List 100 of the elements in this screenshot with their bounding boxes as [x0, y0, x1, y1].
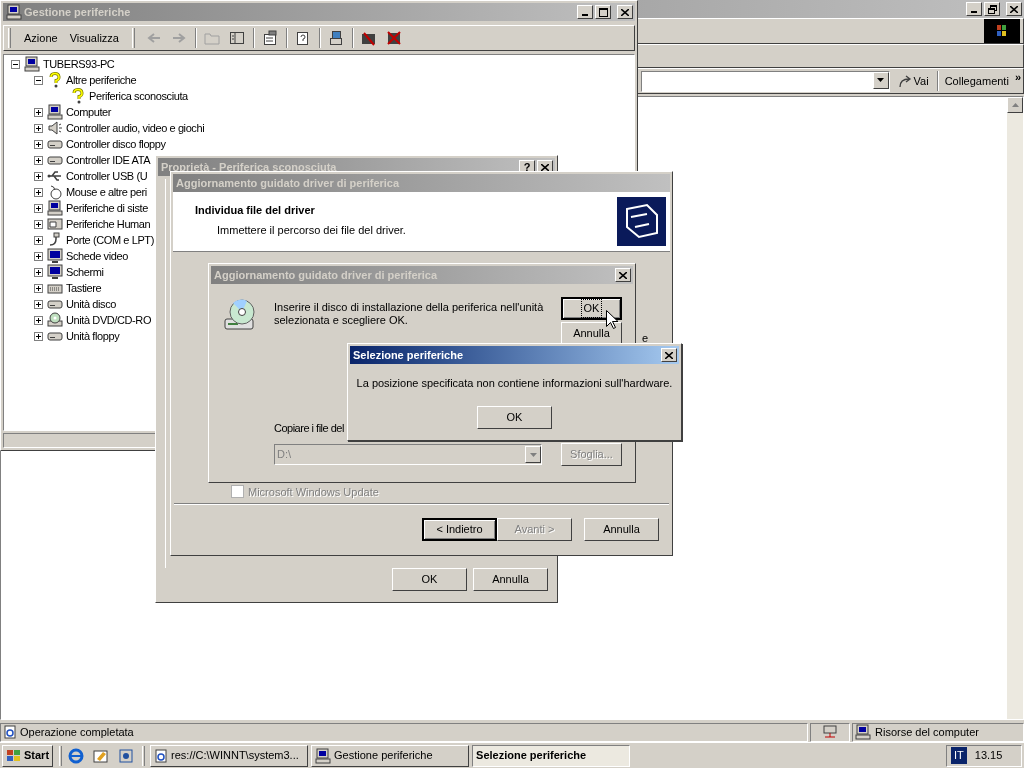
close-icon [619, 271, 627, 279]
close-button[interactable] [615, 268, 631, 282]
ok-button[interactable]: OK [392, 568, 467, 591]
menu-item[interactable]: Azione [19, 29, 63, 47]
alert-message: La posizione specificata non contiene informazioni sull'hardware. [355, 376, 674, 391]
expand-icon[interactable] [33, 315, 43, 325]
hidden-text-fragment: e [641, 331, 648, 346]
window-title: Aggiornamento guidato driver di periferica [176, 175, 401, 191]
expand-icon[interactable] [33, 219, 43, 229]
tree-item[interactable]: Periferiche Human [64, 215, 151, 233]
tree-item[interactable]: Altre periferiche [64, 71, 137, 89]
copy-label: Copiare i file del [274, 420, 344, 436]
folder-icon [204, 30, 221, 46]
tree-item[interactable]: Mouse e altre peri [64, 183, 147, 201]
computer-icon [6, 4, 22, 20]
collapse-icon[interactable] [10, 59, 20, 69]
windows-logo-icon [984, 19, 1020, 43]
expand-icon[interactable] [33, 139, 43, 149]
back-button[interactable]: < Indietro [422, 518, 497, 541]
cd-drive-icon [46, 312, 63, 328]
expand-icon[interactable] [33, 331, 43, 341]
taskbar-button[interactable]: Gestione periferiche [311, 744, 470, 767]
ok-button[interactable]: OK [561, 297, 622, 320]
close-icon [665, 351, 673, 359]
restore-icon [987, 4, 997, 14]
expand-icon[interactable] [33, 171, 43, 181]
start-button[interactable]: Start [2, 744, 54, 767]
message-text: Inserire il disco di installazione della periferica nell'unità selezionata e scegliere OK. [274, 300, 544, 328]
wizard-subheading: Immettere il percorso dei file del driver. [216, 222, 407, 238]
wizard-heading: Individua file del driver [195, 203, 316, 218]
computer-icon [46, 104, 63, 120]
expand-icon[interactable] [33, 299, 43, 309]
taskbar-button[interactable]: Selezione periferiche [472, 744, 631, 767]
maximize-icon [598, 7, 608, 17]
close-icon [1010, 5, 1018, 13]
cd-drive-icon [223, 298, 257, 332]
expand-icon[interactable] [33, 203, 43, 213]
computer-icon [23, 56, 40, 72]
computer-icon [315, 747, 332, 764]
expand-icon[interactable] [33, 283, 43, 293]
scroll-up-icon [1011, 103, 1019, 107]
tree-item[interactable]: TUBERS93-PC [41, 55, 115, 73]
expand-icon[interactable] [33, 251, 43, 261]
close-button[interactable] [617, 5, 633, 19]
tree-item[interactable]: Unità floppy [64, 327, 120, 345]
language-indicator[interactable]: IT [951, 747, 967, 764]
window-title: Proprietà - Periferica sconosciuta [161, 159, 338, 175]
monitor-icon [46, 248, 63, 264]
cursor-icon [606, 310, 618, 329]
device-icon [46, 216, 63, 232]
expand-icon[interactable] [33, 187, 43, 197]
close-icon [621, 8, 629, 16]
collapse-icon[interactable] [33, 75, 43, 85]
tree-item[interactable]: Periferica sconosciuta [87, 87, 188, 105]
cancel-button[interactable]: Annulla [584, 518, 659, 541]
maximize-button[interactable] [595, 5, 611, 19]
speaker-icon [46, 120, 63, 136]
window-title: Aggiornamento guidato driver di periferica [214, 267, 439, 283]
address-field[interactable] [641, 70, 890, 92]
expand-icon[interactable] [33, 107, 43, 117]
expand-icon[interactable] [33, 267, 43, 277]
usb-icon [46, 168, 63, 184]
cancel-button[interactable]: Annulla [473, 568, 548, 591]
tree-item[interactable]: Controller disco floppy [64, 135, 166, 153]
tree-item[interactable]: Controller audio, video e giochi [64, 119, 205, 137]
menu-item[interactable]: Visualizza [64, 29, 124, 47]
close-button[interactable] [1006, 2, 1022, 16]
status-text: Operazione completata [20, 724, 134, 740]
ok-button[interactable]: OK [477, 405, 552, 429]
close-button[interactable] [661, 348, 677, 362]
close-icon [541, 163, 549, 171]
tree-item[interactable]: Tastiere [64, 279, 102, 297]
tree-item[interactable]: Controller USB (U [64, 167, 148, 185]
network-icon [822, 725, 838, 739]
tree-item[interactable]: Periferiche di siste [64, 199, 148, 217]
tree-item[interactable]: Porte (COM e LPT) [64, 231, 154, 249]
tree-item[interactable]: Computer [64, 103, 112, 121]
page-icon [154, 748, 169, 763]
tree-item[interactable]: Unità disco [64, 295, 116, 313]
checkbox-label: Microsoft Windows Update [248, 484, 379, 500]
windows-logo-icon [6, 748, 22, 763]
scrollbar[interactable] [1007, 97, 1023, 719]
expand-icon[interactable] [33, 155, 43, 165]
tree-item[interactable]: Schede video [64, 247, 128, 265]
taskbar-button[interactable]: res://C:\WINNT\system3... [150, 744, 309, 767]
tree-item[interactable]: Unità DVD/CD-RO [64, 311, 152, 329]
tree-item[interactable]: Schermi [64, 263, 104, 281]
restore-button[interactable] [984, 2, 1000, 16]
links-button[interactable]: Collegamenti [942, 72, 1011, 90]
more-links-chevron[interactable]: » [1014, 69, 1021, 86]
computer-icon [46, 200, 63, 216]
expand-icon[interactable] [33, 123, 43, 133]
go-button[interactable]: Vai [893, 72, 933, 90]
minimize-button[interactable] [577, 5, 593, 19]
tree-item[interactable]: Controller IDE ATA [64, 151, 151, 169]
properties-icon [262, 30, 279, 46]
tree-pane-icon [229, 30, 246, 46]
minimize-button[interactable] [966, 2, 982, 16]
zone-text: Risorse del computer [875, 724, 979, 740]
expand-icon[interactable] [33, 235, 43, 245]
